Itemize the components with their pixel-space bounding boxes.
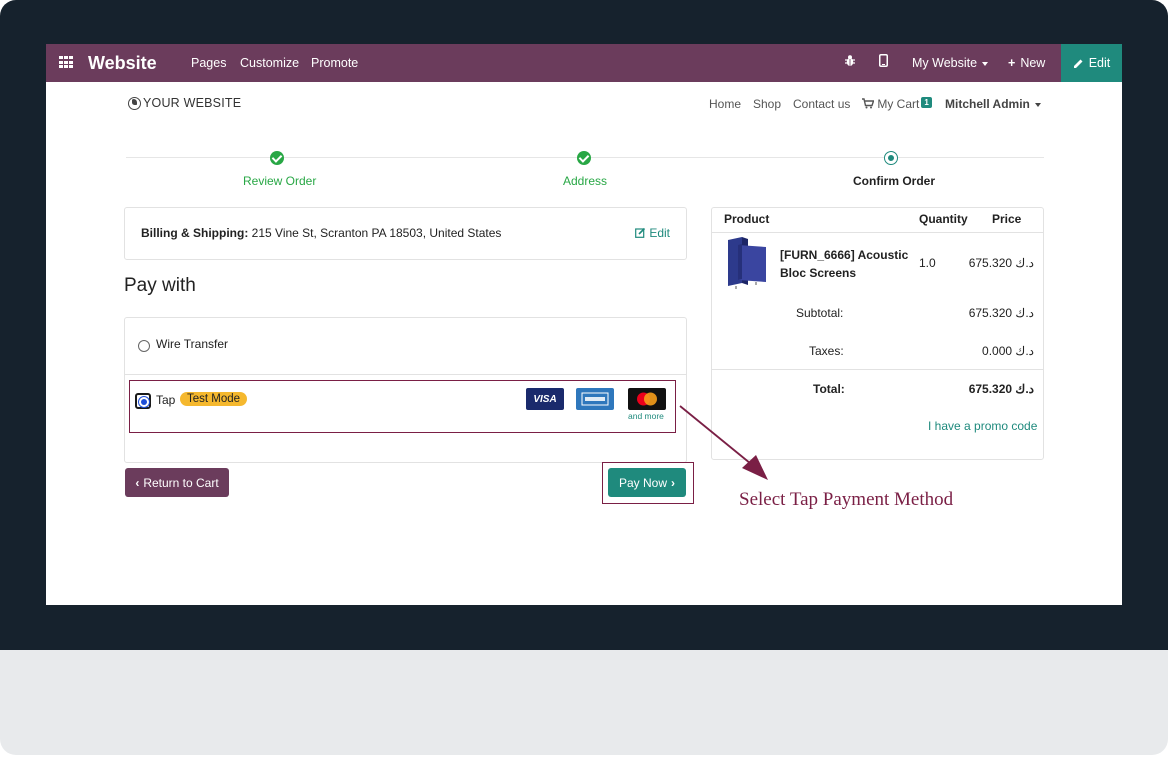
monitor-frame: Website Pages Customize Promote My Websi…: [0, 0, 1168, 757]
annotation-caption: Select Tap Payment Method: [739, 489, 954, 510]
annotation-arrow: [679, 405, 768, 480]
